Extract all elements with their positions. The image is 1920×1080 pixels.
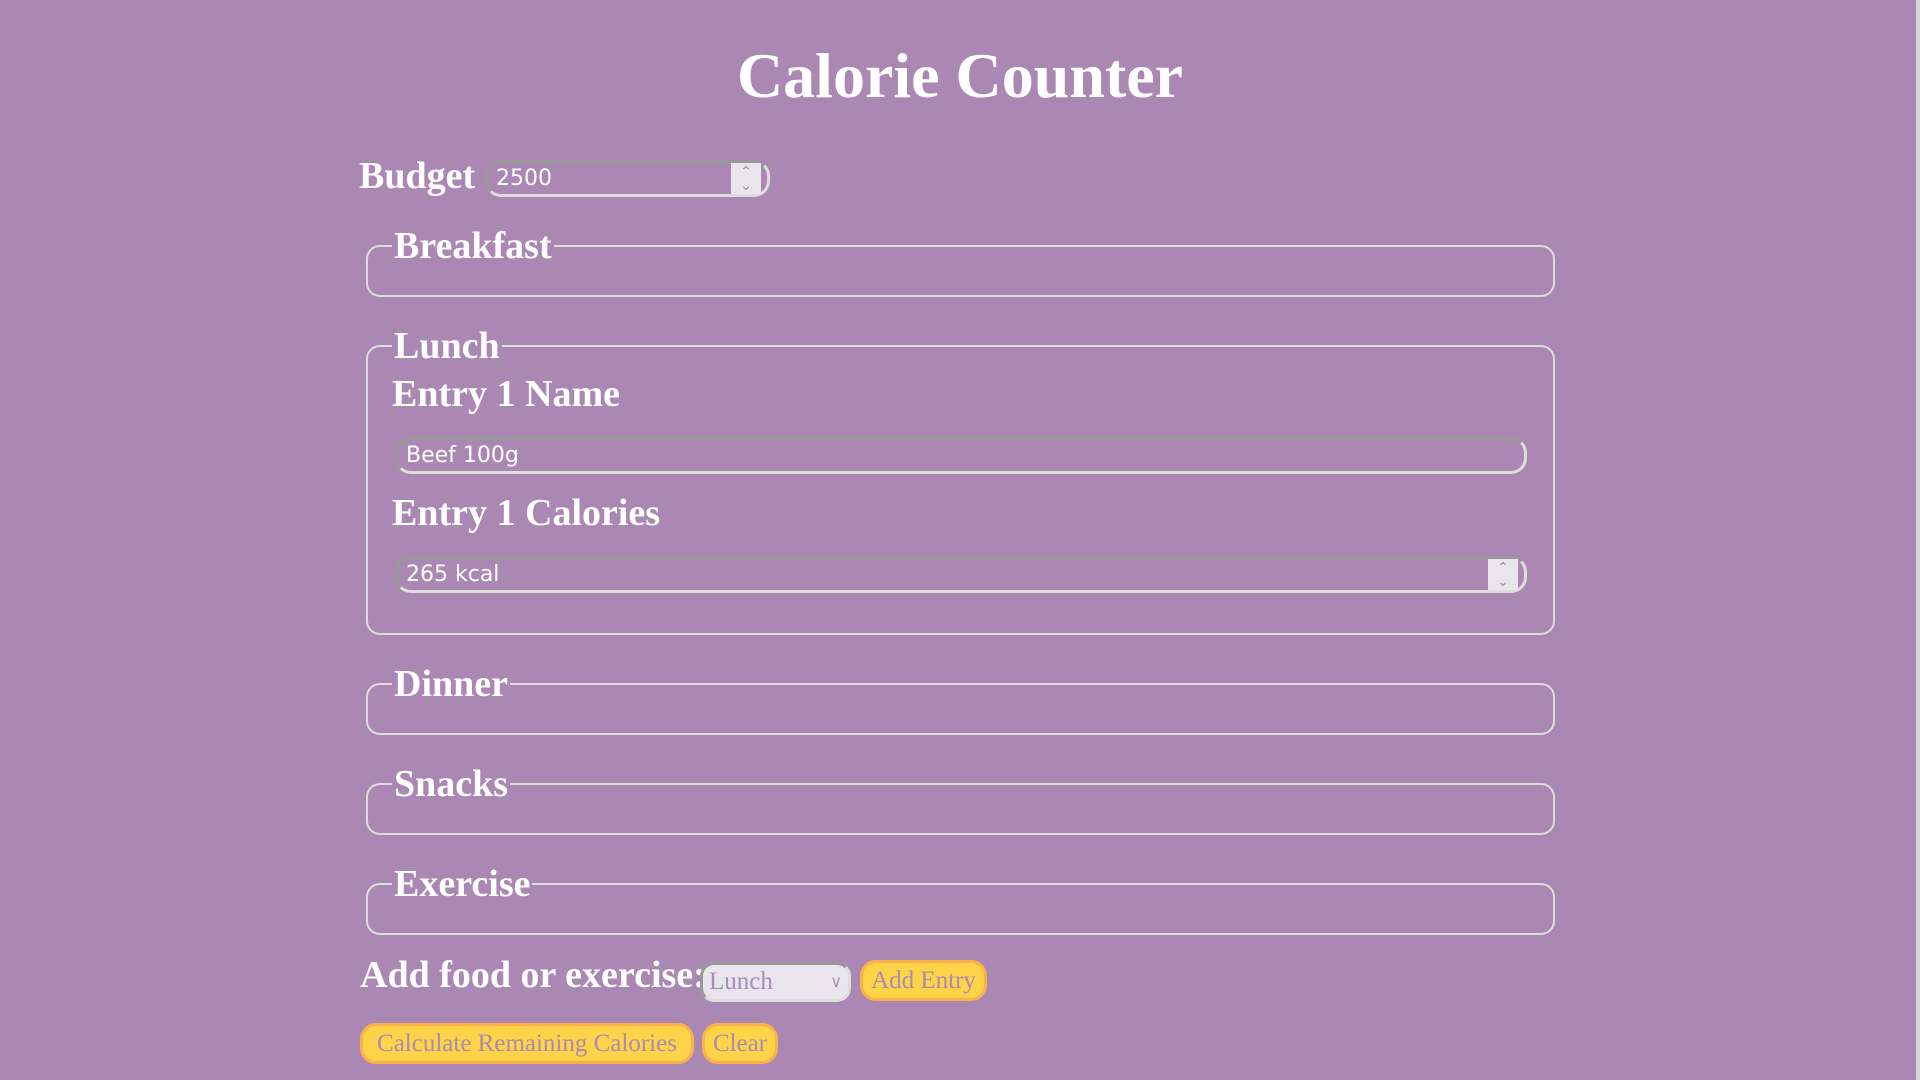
entry-1-calories-value: 265 kcal	[406, 562, 500, 587]
scrollbar[interactable]	[1916, 0, 1920, 1080]
exercise-legend: Exercise	[394, 863, 531, 905]
spinner-icon[interactable]: ⌃ ⌄	[731, 163, 761, 194]
add-entry-label: Add food or exercise:	[360, 954, 706, 996]
dinner-fieldset: Dinner	[366, 664, 1555, 735]
entry-type-selected: Lunch	[709, 968, 773, 995]
budget-label: Budget	[359, 155, 476, 197]
lunch-legend: Lunch	[394, 325, 500, 367]
chevron-down-icon: ∨	[830, 974, 842, 991]
snacks-fieldset: Snacks	[366, 764, 1555, 835]
page-title: Calorie Counter	[736, 40, 1184, 111]
spinner-icon[interactable]: ⌃ ⌄	[1488, 559, 1518, 590]
exercise-fieldset: Exercise	[366, 864, 1555, 935]
entry-1-name-input[interactable]: Beef 100g	[395, 437, 1527, 474]
entry-1-name-label: Entry 1 Name	[392, 373, 620, 415]
calculate-button[interactable]: Calculate Remaining Calories	[360, 1023, 694, 1064]
entry-1-name-value: Beef 100g	[406, 443, 519, 468]
entry-1-calories-label: Entry 1 Calories	[392, 492, 661, 534]
snacks-legend: Snacks	[394, 763, 509, 805]
budget-input[interactable]: 2500 ⌃ ⌄	[485, 160, 770, 197]
budget-value: 2500	[496, 166, 552, 191]
clear-button[interactable]: Clear	[702, 1023, 778, 1064]
dinner-legend: Dinner	[394, 663, 508, 705]
breakfast-legend: Breakfast	[394, 225, 552, 267]
entry-type-select[interactable]: Lunch ∨	[700, 962, 851, 1002]
add-entry-button[interactable]: Add Entry	[860, 960, 987, 1001]
breakfast-fieldset: Breakfast	[366, 226, 1555, 297]
entry-1-calories-input[interactable]: 265 kcal ⌃ ⌄	[395, 556, 1527, 593]
